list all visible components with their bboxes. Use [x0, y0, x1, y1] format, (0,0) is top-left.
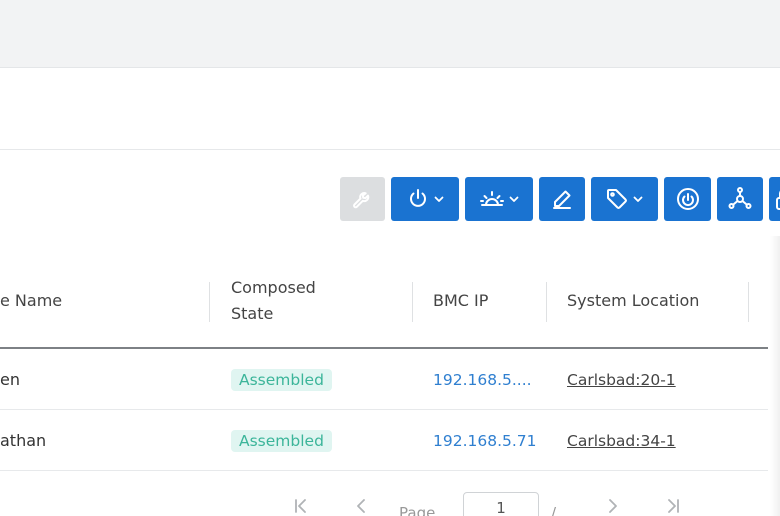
table-row[interactable]: en Assembled 192.168.5.... Carlsbad:20-1 — [0, 349, 768, 410]
sub-header-area — [0, 68, 780, 150]
column-divider[interactable] — [546, 282, 547, 322]
power-menu-button[interactable] — [391, 177, 459, 221]
next-page-icon[interactable] — [603, 496, 623, 516]
last-page-icon[interactable] — [663, 496, 683, 516]
power-cycle-button[interactable] — [664, 177, 711, 221]
cell-system-location: Carlsbad:20-1 — [567, 349, 676, 410]
system-location-link[interactable]: Carlsbad:20-1 — [567, 371, 676, 389]
cell-system-location: Carlsbad:34-1 — [567, 410, 676, 471]
bmc-ip-link[interactable]: 192.168.5.... — [433, 371, 532, 389]
page-number-input[interactable] — [463, 492, 539, 516]
column-divider[interactable] — [412, 282, 413, 322]
table-header: e Name Composed State BMC IP System Loca… — [0, 252, 768, 349]
topology-button[interactable] — [717, 177, 763, 221]
page-label: Page — [399, 504, 436, 516]
cell-composed-state: Assembled — [231, 410, 332, 471]
column-header-bmc-ip[interactable]: BMC IP — [433, 252, 488, 349]
topology-icon — [728, 187, 752, 209]
status-badge: Assembled — [231, 368, 332, 391]
tag-menu-button[interactable] — [591, 177, 658, 221]
indicator-light-icon — [479, 191, 504, 206]
cell-bmc-ip: 192.168.5.... — [433, 349, 532, 410]
action-toolbar — [340, 177, 780, 221]
cell-composed-state: Assembled — [231, 349, 332, 410]
lock-button[interactable] — [769, 177, 780, 221]
previous-page-icon[interactable] — [351, 496, 371, 516]
chevron-down-icon — [509, 196, 518, 202]
pencil-icon — [553, 190, 571, 209]
page-total-label: / 1 — [551, 504, 557, 516]
top-header-bar — [0, 0, 780, 68]
chevron-down-icon — [633, 196, 643, 202]
wrench-icon — [352, 192, 369, 209]
column-header-composed-state[interactable]: Composed State — [231, 252, 316, 349]
maintenance-button[interactable] — [340, 177, 385, 221]
scroll-shadow — [770, 236, 780, 516]
bmc-ip-link[interactable]: 192.168.5.71 — [433, 432, 537, 450]
cell-bmc-ip: 192.168.5.71 — [433, 410, 537, 471]
lock-icon — [776, 190, 780, 210]
cell-name: en — [0, 370, 20, 389]
first-page-icon[interactable] — [291, 496, 311, 516]
status-badge: Assembled — [231, 429, 332, 452]
column-divider[interactable] — [209, 282, 210, 322]
column-divider[interactable] — [748, 282, 749, 322]
column-header-system-location[interactable]: System Location — [567, 252, 699, 349]
table-row[interactable]: athan Assembled 192.168.5.71 Carlsbad:34… — [0, 410, 768, 471]
power-icon — [409, 189, 426, 207]
edit-button[interactable] — [539, 177, 585, 221]
cell-name: athan — [0, 431, 47, 450]
indicator-light-menu-button[interactable] — [465, 177, 533, 221]
column-header-name[interactable]: e Name — [0, 252, 62, 349]
power-cycle-icon — [676, 188, 699, 210]
system-location-link[interactable]: Carlsbad:34-1 — [567, 432, 676, 450]
systems-table: e Name Composed State BMC IP System Loca… — [0, 252, 768, 471]
chevron-down-icon — [434, 196, 443, 202]
tag-icon — [607, 189, 627, 209]
